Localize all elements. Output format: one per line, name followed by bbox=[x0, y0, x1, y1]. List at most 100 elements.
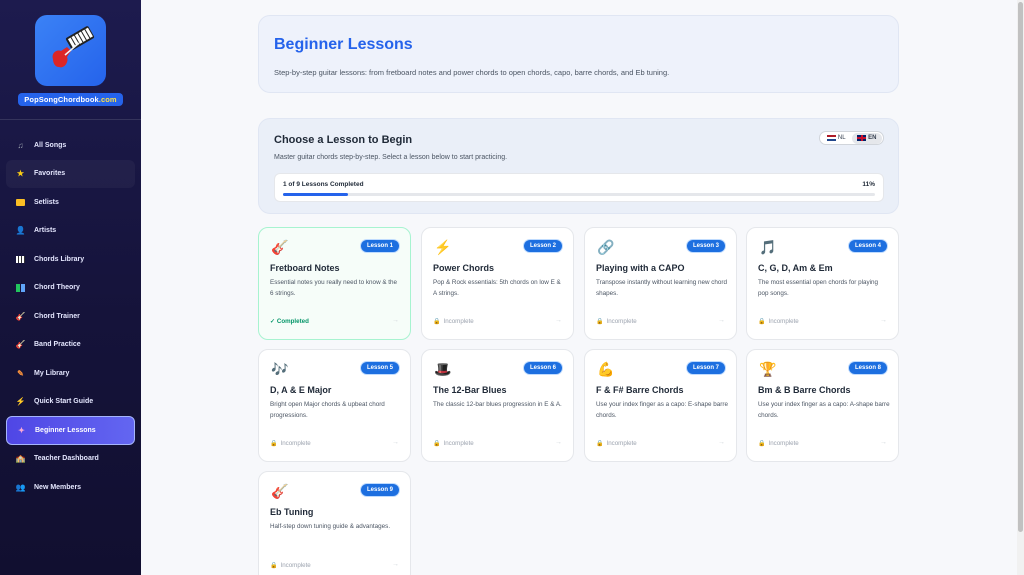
arrow-right-icon: → bbox=[880, 439, 887, 446]
lesson-status: 🔒 Incomplete bbox=[758, 440, 799, 447]
lesson-title: Eb Tuning bbox=[270, 507, 314, 517]
lock-icon: 🔒 bbox=[758, 319, 766, 325]
sidebar-item-favorites[interactable]: ★ Favorites bbox=[6, 159, 135, 188]
lesson-title: C, G, D, Am & Em bbox=[758, 263, 833, 273]
progress-track bbox=[283, 193, 875, 196]
sidebar-item-chords-library[interactable]: Chords Library bbox=[6, 245, 135, 274]
arrow-right-icon: → bbox=[718, 317, 725, 324]
lesson-card-7[interactable]: 💪 Lesson 7 F & F# Barre Chords Use your ind… bbox=[584, 349, 737, 462]
page-header: Beginner Lessons Step-by-step guitar les… bbox=[258, 15, 899, 93]
logo[interactable] bbox=[35, 15, 106, 86]
arrow-right-icon: → bbox=[718, 439, 725, 446]
lesson-status: 🔒 Incomplete bbox=[596, 318, 637, 325]
lesson-title: F & F# Barre Chords bbox=[596, 385, 684, 395]
lesson-card-2[interactable]: ⚡ Lesson 2 Power Chords Pop & Rock essentia… bbox=[421, 227, 574, 340]
sidebar-item-chord-theory[interactable]: Chord Theory bbox=[6, 274, 135, 303]
progress-label: 1 of 9 Lessons Completed bbox=[283, 181, 364, 188]
arrow-right-icon: → bbox=[392, 317, 399, 324]
language-toggle: NL EN bbox=[819, 131, 884, 145]
lesson-chooser-panel: Choose a Lesson to Begin Master guitar c… bbox=[258, 118, 899, 214]
sidebar-item-beginner-lessons[interactable]: ✦ Beginner Lessons bbox=[6, 416, 135, 445]
lesson-status: 🔒 Incomplete bbox=[596, 440, 637, 447]
pencil-icon: ✎ bbox=[17, 368, 24, 378]
sidebar-item-quick-start-guide[interactable]: ⚡ Quick Start Guide bbox=[6, 388, 135, 417]
lesson-badge: Lesson 6 bbox=[523, 362, 562, 374]
lesson-card-4[interactable]: 🎵 Lesson 4 C, G, D, Am & Em The most essent… bbox=[746, 227, 899, 340]
guitar-icon: 🎸 bbox=[15, 311, 26, 321]
lesson-card-8[interactable]: 🏆 Lesson 8 Bm & B Barre Chords Use your ind… bbox=[746, 349, 899, 462]
lightning-icon: ⚡ bbox=[15, 397, 26, 407]
chooser-subtitle: Master guitar chords step-by-step. Selec… bbox=[274, 154, 508, 161]
guitar-icon: 🎸 bbox=[15, 340, 26, 350]
brand-label[interactable]: PopSongChordbook .com bbox=[18, 93, 123, 106]
sidebar-item-band-practice[interactable]: 🎸 Band Practice bbox=[6, 331, 135, 360]
sidebar-item-artists[interactable]: 👤 Artists bbox=[6, 217, 135, 246]
lesson-badge: Lesson 3 bbox=[686, 240, 725, 252]
sidebar-item-all-songs[interactable]: ♫ All Songs bbox=[6, 131, 135, 160]
people-icon: 👥 bbox=[15, 482, 26, 492]
lesson-status: 🔒 Incomplete bbox=[758, 318, 799, 325]
top-hat-icon: 🎩 bbox=[434, 360, 452, 377]
sparkle-icon: ✦ bbox=[18, 425, 25, 435]
sidebar-divider bbox=[0, 119, 141, 120]
lock-icon: 🔒 bbox=[596, 319, 604, 325]
arrow-right-icon: → bbox=[392, 439, 399, 446]
lesson-badge: Lesson 4 bbox=[848, 240, 887, 252]
page-title: Beginner Lessons bbox=[274, 36, 413, 53]
sidebar-item-my-library[interactable]: ✎ My Library bbox=[6, 359, 135, 388]
language-en-button[interactable]: EN bbox=[851, 132, 882, 144]
lesson-status: ✓ Completed bbox=[270, 318, 309, 325]
lesson-badge: Lesson 9 bbox=[360, 484, 399, 496]
trophy-icon: 🏆 bbox=[759, 360, 777, 377]
lesson-description: Half-step down tuning guide & advantages… bbox=[270, 523, 391, 530]
lesson-badge: Lesson 7 bbox=[686, 362, 725, 374]
lesson-title: D, A & E Major bbox=[270, 385, 332, 395]
sidebar-item-setlists[interactable]: Setlists bbox=[6, 188, 135, 217]
lock-icon: 🔒 bbox=[433, 441, 441, 447]
lock-icon: 🔒 bbox=[596, 441, 604, 447]
language-nl-button[interactable]: NL bbox=[821, 133, 852, 144]
flexed-arm-icon: 💪 bbox=[597, 360, 615, 377]
lesson-description: Essential notes you really need to know … bbox=[270, 279, 398, 297]
link-icon: 🔗 bbox=[597, 238, 615, 255]
guitar-logo-icon bbox=[52, 25, 94, 67]
page-scrollbar[interactable] bbox=[1017, 0, 1024, 575]
lesson-badge: Lesson 8 bbox=[848, 362, 887, 374]
progress-fill bbox=[283, 193, 349, 196]
lesson-badge: Lesson 2 bbox=[523, 240, 562, 252]
sidebar-item-new-members[interactable]: 👥 New Members bbox=[6, 473, 135, 502]
lesson-description: Bright open Major chords & upbeat chord … bbox=[270, 401, 385, 419]
piano-icon bbox=[15, 254, 26, 265]
lesson-description: The most essential open chords for playi… bbox=[758, 279, 879, 297]
guitar-icon: 🎸 bbox=[271, 482, 289, 499]
sidebar-item-chord-trainer[interactable]: 🎸 Chord Trainer bbox=[6, 302, 135, 331]
lesson-card-3[interactable]: 🔗 Lesson 3 Playing with a CAPO Transpose in… bbox=[584, 227, 737, 340]
music-note-icon: ♫ bbox=[17, 140, 24, 150]
lesson-status: 🔒 Incomplete bbox=[270, 440, 311, 447]
lock-icon: 🔒 bbox=[758, 441, 766, 447]
lesson-card-9[interactable]: 🎸 Lesson 9 Eb Tuning Half-step down tuning … bbox=[258, 471, 411, 575]
page-subtitle: Step-by-step guitar lessons: from fretbo… bbox=[274, 68, 670, 77]
lesson-description: Transpose instantly without learning new… bbox=[596, 279, 728, 297]
music-note-icon: 🎵 bbox=[759, 238, 777, 255]
sidebar: PopSongChordbook .com ♫ All Songs ★ Favorit… bbox=[0, 0, 141, 575]
lesson-card-1[interactable]: 🎸 Lesson 1 Fretboard Notes Essential notes … bbox=[258, 227, 411, 340]
lesson-description: Use your index finger as a capo: A-shape… bbox=[758, 401, 890, 419]
school-icon: 🏫 bbox=[15, 454, 26, 464]
lesson-title: Bm & B Barre Chords bbox=[758, 385, 851, 395]
sidebar-item-teacher-dashboard[interactable]: 🏫 Teacher Dashboard bbox=[6, 445, 135, 474]
lesson-description: The classic 12-bar blues progression in … bbox=[433, 401, 562, 408]
lesson-card-6[interactable]: 🎩 Lesson 6 The 12-Bar Blues The classic 12-… bbox=[421, 349, 574, 462]
lesson-status: 🔒 Incomplete bbox=[433, 318, 474, 325]
arrow-right-icon: → bbox=[555, 317, 562, 324]
lock-icon: 🔒 bbox=[270, 563, 278, 569]
scrollbar-thumb[interactable] bbox=[1018, 2, 1023, 532]
lock-icon: 🔒 bbox=[433, 319, 441, 325]
lesson-card-5[interactable]: 🎶 Lesson 5 D, A & E Major Bright open Major… bbox=[258, 349, 411, 462]
arrow-right-icon: → bbox=[392, 561, 399, 568]
lesson-title: The 12-Bar Blues bbox=[433, 385, 507, 395]
lesson-badge: Lesson 1 bbox=[360, 240, 399, 252]
guitar-icon: 🎸 bbox=[271, 238, 289, 255]
lesson-title: Power Chords bbox=[433, 263, 495, 273]
person-icon: 👤 bbox=[15, 226, 26, 236]
